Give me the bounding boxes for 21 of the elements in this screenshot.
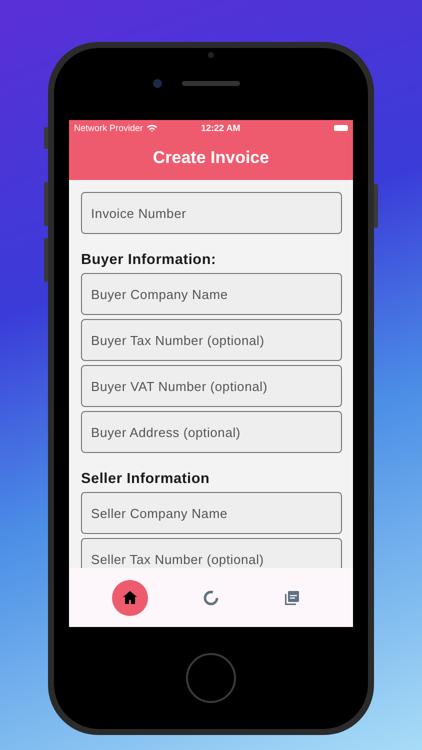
input-field[interactable]: Buyer Company Name [81,273,342,315]
camera-lens [153,79,162,88]
input-field[interactable]: Seller Tax Number (optional) [81,538,342,568]
pdf-file-icon [284,590,300,606]
section-heading: Seller Information [81,471,211,487]
input-field[interactable]: Invoice Number [81,192,342,234]
input-field[interactable]: Buyer VAT Number (optional) [81,365,342,407]
screen-title: Create Invoice [152,148,270,168]
status-time: 12:22 AM [201,123,242,133]
nav-tab[interactable] [112,580,148,616]
input-field[interactable]: Buyer Tax Number (optional) [81,319,342,361]
carrier-name: Network Provider [74,123,144,133]
home-icon [122,591,137,604]
wifi-icon [147,124,158,132]
input-field[interactable]: Seller Company Name [81,492,342,534]
input-field[interactable]: Buyer Address (optional) [81,411,342,453]
battery-icon [334,125,348,131]
sensor-dot [208,52,214,58]
progress-ring-icon [202,590,219,606]
section-heading: Buyer Information: [81,252,218,268]
speaker-grille [182,81,240,86]
